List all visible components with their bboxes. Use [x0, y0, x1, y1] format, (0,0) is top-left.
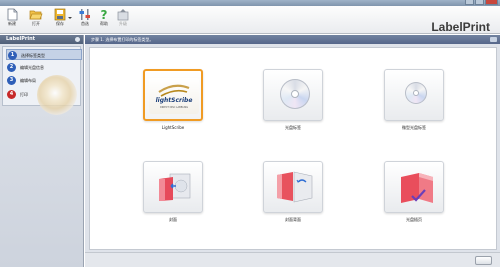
brand-title: LabelPrint: [431, 20, 490, 34]
steps-panel: LabelPrint 1 选择标签类型 2 编辑光盘信息 3 编辑布局 4 打印: [0, 35, 84, 267]
option-label: 光盘标签: [285, 125, 301, 130]
window-controls: [465, 0, 498, 5]
preferences-button[interactable]: 首选: [76, 8, 94, 32]
footer-bar: [85, 252, 500, 267]
lightscribe-tagline: DIRECT DISC LABELING: [160, 106, 188, 109]
step-label: 编辑布局: [20, 78, 36, 83]
back-cover-icon: [274, 170, 316, 204]
collapse-icon[interactable]: [75, 37, 80, 42]
steps-list: 1 选择标签类型 2 编辑光盘信息 3 编辑布局 4 打印: [2, 46, 82, 115]
toolbar-label: 帮助: [100, 21, 108, 26]
next-button[interactable]: [475, 256, 492, 265]
option-disc-label[interactable]: [263, 69, 323, 121]
toolbar: 新建 打开 保存 首选 ? 帮助 升级 LabelPrint: [0, 6, 500, 34]
option-label: 封面背面: [285, 217, 301, 222]
label-type-grid: lightScribe DIRECT DISC LABELING LightSc…: [89, 47, 497, 250]
close-button[interactable]: [485, 0, 498, 5]
step-header-text: 步骤 1. 选择布置打印的标签类型。: [91, 37, 154, 42]
step-edit-layout[interactable]: 3 编辑布局: [6, 75, 82, 86]
disc-insert-icon: [397, 169, 437, 207]
option-back-cover[interactable]: [263, 161, 323, 213]
step-label: 选择标签类型: [21, 53, 45, 58]
front-cover-icon: [156, 171, 194, 203]
steps-panel-title: LabelPrint: [6, 36, 36, 42]
option-lightscribe[interactable]: lightScribe DIRECT DISC LABELING: [143, 69, 203, 121]
option-mini-disc-label[interactable]: [384, 69, 444, 121]
maximize-button[interactable]: [475, 0, 484, 5]
lightscribe-logo-text: lightScribe: [156, 97, 193, 104]
toolbar-label: 新建: [8, 21, 16, 26]
step-header: 步骤 1. 选择布置打印的标签类型。: [85, 35, 500, 44]
step-select-label-type[interactable]: 1 选择标签类型: [6, 49, 82, 60]
option-label: 封面: [169, 217, 177, 222]
save-button[interactable]: 保存: [51, 8, 69, 32]
mini-disc-icon: [405, 82, 427, 104]
open-folder-icon: [29, 8, 43, 21]
upgrade-button[interactable]: 升级: [114, 8, 132, 32]
help-icon: ?: [97, 8, 111, 22]
option-label: 微型光盘标签: [402, 125, 426, 130]
step-number-icon: 4: [7, 90, 16, 99]
step-number-icon: 2: [7, 63, 16, 72]
toolbar-label: 首选: [81, 21, 89, 26]
step-label: 编辑光盘信息: [20, 65, 44, 70]
main-area: 步骤 1. 选择布置打印的标签类型。 lightScribe DIRECT DI…: [85, 35, 500, 267]
step-number-icon: 1: [8, 51, 17, 60]
option-front-cover[interactable]: [143, 161, 203, 213]
step-number-icon: 3: [7, 76, 16, 85]
toolbar-label: 打开: [32, 21, 40, 26]
option-label: LightScribe: [161, 125, 185, 130]
new-file-icon: [5, 8, 19, 21]
preferences-icon: [78, 8, 92, 21]
save-dropdown-icon[interactable]: [68, 17, 72, 19]
step-edit-disc-info[interactable]: 2 编辑光盘信息: [6, 62, 82, 73]
header-collapse-icon[interactable]: [490, 37, 497, 42]
steps-panel-header: LabelPrint: [0, 35, 83, 44]
option-label: 光盘插页: [406, 217, 422, 222]
disc-icon: [280, 79, 310, 109]
minimize-button[interactable]: [465, 0, 474, 5]
toolbar-label: 保存: [56, 21, 64, 26]
open-button[interactable]: 打开: [27, 8, 45, 32]
lightscribe-logo-icon: lightScribe DIRECT DISC LABELING: [149, 78, 199, 114]
toolbar-label: 升级: [119, 21, 127, 26]
new-button[interactable]: 新建: [3, 8, 21, 32]
svg-text:?: ?: [101, 8, 108, 21]
step-print[interactable]: 4 打印: [6, 89, 82, 100]
help-button[interactable]: ? 帮助: [95, 8, 113, 32]
step-label: 打印: [20, 92, 28, 97]
option-disc-insert[interactable]: [384, 161, 444, 213]
upgrade-icon: [116, 8, 130, 21]
save-icon: [53, 8, 67, 21]
